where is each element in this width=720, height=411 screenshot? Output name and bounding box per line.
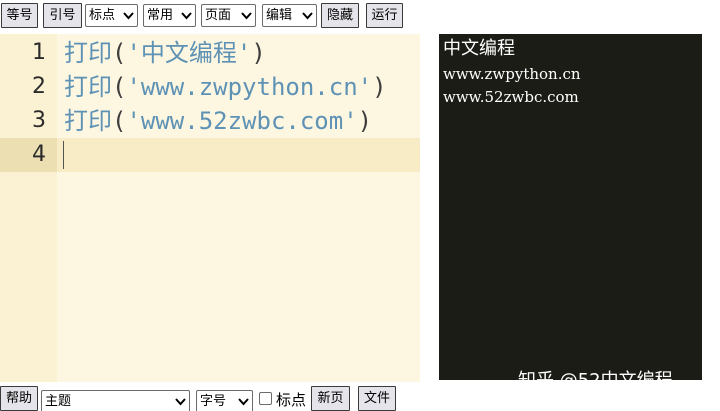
punctuation-select-value: 标点 xyxy=(89,8,116,23)
code-line: 打印('中文编程') xyxy=(64,36,266,70)
code-paren: ) xyxy=(251,39,266,67)
page-select-value: 页面 xyxy=(205,8,232,23)
chevron-down-icon xyxy=(175,398,186,406)
common-select-value: 常用 xyxy=(147,8,174,23)
output-console: 中文编程 www.zwpython.cn www.52zwbc.com xyxy=(439,34,702,380)
page-select[interactable]: 页面 xyxy=(201,4,256,27)
code-string: 'www.zwpython.cn' xyxy=(126,73,373,101)
console-output-line: www.52zwbc.com xyxy=(443,88,579,106)
chevron-down-icon xyxy=(123,12,134,20)
punctuation-select[interactable]: 标点 xyxy=(85,4,138,27)
line-number: 2 xyxy=(32,74,46,99)
theme-select[interactable]: 主题 xyxy=(41,390,190,411)
code-line: 打印('www.zwpython.cn') xyxy=(64,70,387,104)
edit-select[interactable]: 编辑 xyxy=(262,4,317,27)
equals-button[interactable]: 等号 xyxy=(1,3,38,28)
emoji-checkbox-label: 标点 xyxy=(276,391,307,409)
new-page-button[interactable]: 新页 xyxy=(311,386,350,411)
code-function: 打印 xyxy=(64,39,112,67)
code-string: '中文编程' xyxy=(126,39,252,67)
chevron-down-icon xyxy=(181,12,192,20)
code-editor[interactable]: 1 2 3 4 打印('中文编程') 打印('www.zwpython.cn')… xyxy=(0,34,420,382)
hide-button[interactable]: 隐藏 xyxy=(321,3,359,28)
theme-select-value: 主题 xyxy=(45,394,72,409)
line-number-active: 4 xyxy=(0,138,57,172)
text-cursor xyxy=(63,141,64,169)
code-line: 打印('www.52zwbc.com') xyxy=(64,104,372,138)
code-paren: ( xyxy=(112,39,127,67)
line-number-gutter: 1 2 3 4 xyxy=(0,34,57,382)
code-function: 打印 xyxy=(64,73,112,101)
common-select[interactable]: 常用 xyxy=(143,4,196,27)
console-output-line: 中文编程 xyxy=(443,38,515,59)
line-number: 1 xyxy=(32,40,46,65)
edit-select-value: 编辑 xyxy=(266,8,293,23)
run-button[interactable]: 运行 xyxy=(366,3,403,28)
chevron-down-icon xyxy=(302,12,313,20)
code-paren: ) xyxy=(357,107,373,135)
watermark: 知乎 @52中文编程 xyxy=(518,370,673,391)
quote-button[interactable]: 引号 xyxy=(43,3,82,28)
chevron-down-icon xyxy=(238,398,249,406)
code-string: 'www.52zwbc.com' xyxy=(126,107,358,135)
font-size-select-value: 字号 xyxy=(200,394,227,409)
help-button[interactable]: 帮助 xyxy=(0,386,38,411)
chevron-down-icon xyxy=(241,12,252,20)
file-button[interactable]: 文件 xyxy=(358,386,396,411)
code-paren: ) xyxy=(372,73,387,101)
font-size-select[interactable]: 字号 xyxy=(196,390,253,411)
emoji-checkbox[interactable] xyxy=(259,392,272,405)
code-paren: ( xyxy=(112,107,127,135)
line-number: 3 xyxy=(32,108,46,133)
code-function: 打印 xyxy=(64,107,112,135)
console-output-line: www.zwpython.cn xyxy=(443,65,581,83)
code-paren: ( xyxy=(112,73,127,101)
